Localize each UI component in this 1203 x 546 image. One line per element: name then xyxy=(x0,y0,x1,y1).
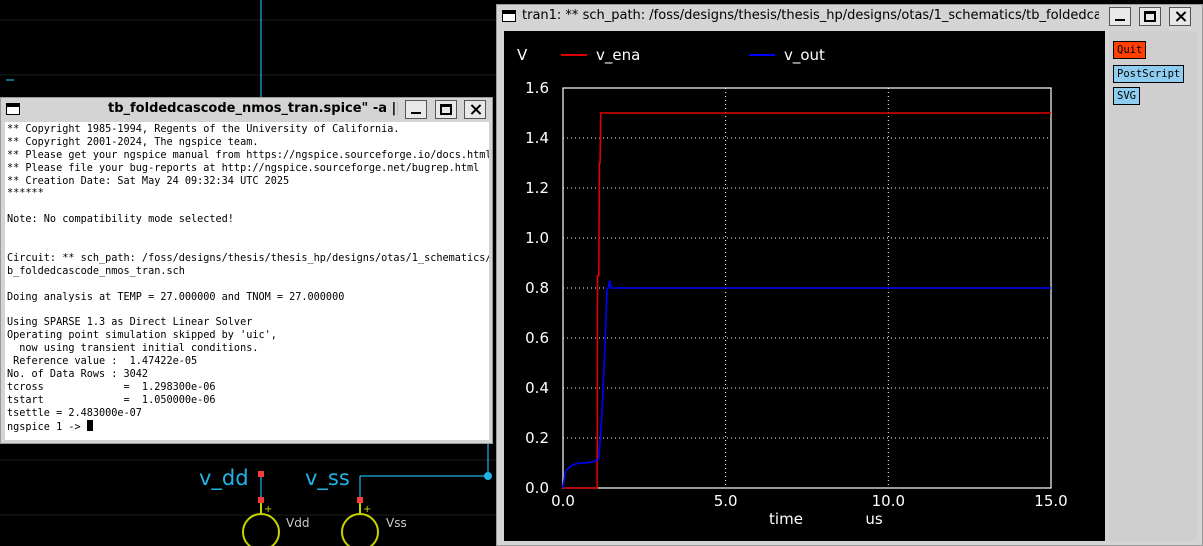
y-axis-label: V xyxy=(517,46,528,64)
terminal-window[interactable]: tb_foldedcascode_nmos_tran.spice" -a || … xyxy=(0,97,493,444)
close-button[interactable] xyxy=(464,100,486,119)
text-cursor xyxy=(86,420,93,432)
plot-window[interactable]: tran1: ** sch_path: /foss/designs/thesis… xyxy=(496,4,1203,546)
close-button[interactable] xyxy=(1169,7,1191,26)
terminal-line: ** Creation Date: Sat May 24 09:32:34 UT… xyxy=(7,175,290,187)
y-tick-label: 0.0 xyxy=(525,479,549,497)
source-label-vss: Vss xyxy=(386,516,407,530)
terminal-line: Doing analysis at TEMP = 27.000000 and T… xyxy=(7,291,345,303)
maximize-button[interactable] xyxy=(1139,7,1161,26)
terminal-line: Note: No compatibility mode selected! xyxy=(7,214,234,226)
net-label-vss: v_ss xyxy=(305,466,350,490)
y-tick-label: 1.2 xyxy=(525,179,549,197)
svg-button[interactable]: SVG xyxy=(1113,87,1140,105)
terminal-title: tb_foldedcascode_nmos_tran.spice" -a || … xyxy=(108,101,398,116)
window-menu-icon[interactable] xyxy=(502,10,516,22)
y-tick-label: 0.4 xyxy=(525,379,549,397)
terminal-line: ** Please file your bug-reports at http:… xyxy=(7,162,480,174)
terminal-output[interactable]: ** Copyright 1985-1994, Regents of the U… xyxy=(5,122,489,440)
schematic-junction xyxy=(484,472,492,480)
terminal-line: ** Copyright 2001-2024, The ngspice team… xyxy=(7,136,259,148)
series-line-v-ena xyxy=(563,112,1051,489)
x-tick-label: 15.0 xyxy=(1034,492,1067,510)
terminal-line: ****** xyxy=(7,188,44,200)
terminal-titlebar[interactable]: tb_foldedcascode_nmos_tran.spice" -a || … xyxy=(1,98,492,122)
terminal-line: now using transient initial conditions. xyxy=(7,343,259,355)
terminal-line: Circuit: ** sch_path: /foss/designs/thes… xyxy=(7,252,489,264)
terminal-line: ** Please get your ngspice manual from h… xyxy=(7,149,489,161)
x-tick-label: 5.0 xyxy=(714,492,738,510)
x-tick-label: 10.0 xyxy=(872,492,905,510)
y-tick-label: 1.4 xyxy=(525,129,549,147)
terminal-prompt: ngspice 1 -> xyxy=(7,422,87,434)
y-tick-label: 1.0 xyxy=(525,229,549,247)
y-tick-label: 0.2 xyxy=(525,429,549,447)
waveform-chart[interactable]: 0.0 0.2 0.4 0.6 0.8 1.0 1.2 1.4 1.6 0.0 5.0 10.0 15.… xyxy=(504,31,1105,541)
terminal-line: tstart = 1.050000e-06 xyxy=(7,394,216,406)
terminal-line: Using SPARSE 1.3 as Direct Linear Solver xyxy=(7,317,253,329)
source-label-vdd: Vdd xyxy=(286,516,310,530)
terminal-line: tsettle = 2.483000e-07 xyxy=(7,407,142,419)
legend-label: v_ena xyxy=(596,46,640,65)
x-axis-label: time xyxy=(769,510,803,528)
terminal-line: Operating point simulation skipped by 'u… xyxy=(7,330,277,342)
vss-source-symbol xyxy=(341,513,379,546)
y-tick-label: 0.8 xyxy=(525,279,549,297)
plot-titlebar[interactable]: tran1: ** sch_path: /foss/designs/thesis… xyxy=(497,5,1202,29)
plot-title: tran1: ** sch_path: /foss/designs/thesis… xyxy=(522,8,1099,23)
terminal-line: No. of Data Rows : 3042 xyxy=(7,368,149,380)
plot-side-panel: Quit PostScript SVG xyxy=(1109,31,1197,541)
terminal-line: Reference value : 1.47422e-05 xyxy=(7,356,198,368)
minimize-button[interactable] xyxy=(405,100,427,119)
maximize-button[interactable] xyxy=(435,100,457,119)
vdd-source-symbol xyxy=(242,513,280,546)
terminal-line: b_foldedcascode_nmos_tran.sch xyxy=(7,265,185,277)
svg-text:+: + xyxy=(363,504,371,515)
terminal-line: ** Copyright 1985-1994, Regents of the U… xyxy=(7,124,400,135)
x-tick-label: 0.0 xyxy=(551,492,575,510)
minimize-button[interactable] xyxy=(1109,7,1131,26)
quit-button[interactable]: Quit xyxy=(1113,41,1147,59)
postscript-button[interactable]: PostScript xyxy=(1113,65,1185,83)
terminal-line: tcross = 1.298300e-06 xyxy=(7,381,216,393)
y-tick-label: 0.6 xyxy=(525,329,549,347)
series-line-v-out xyxy=(562,280,1051,489)
x-axis-unit: us xyxy=(865,510,883,528)
y-tick-label: 1.6 xyxy=(525,79,549,97)
terminal-prompt-line[interactable]: ngspice 1 -> xyxy=(7,420,489,433)
svg-text:+: + xyxy=(264,504,272,515)
plot-area[interactable]: 0.0 0.2 0.4 0.6 0.8 1.0 1.2 1.4 1.6 0.0 5.0 10.0 15.… xyxy=(504,31,1105,541)
window-menu-icon[interactable] xyxy=(6,103,20,115)
net-label-vdd: v_dd xyxy=(199,466,249,490)
legend-label: v_out xyxy=(784,46,825,65)
